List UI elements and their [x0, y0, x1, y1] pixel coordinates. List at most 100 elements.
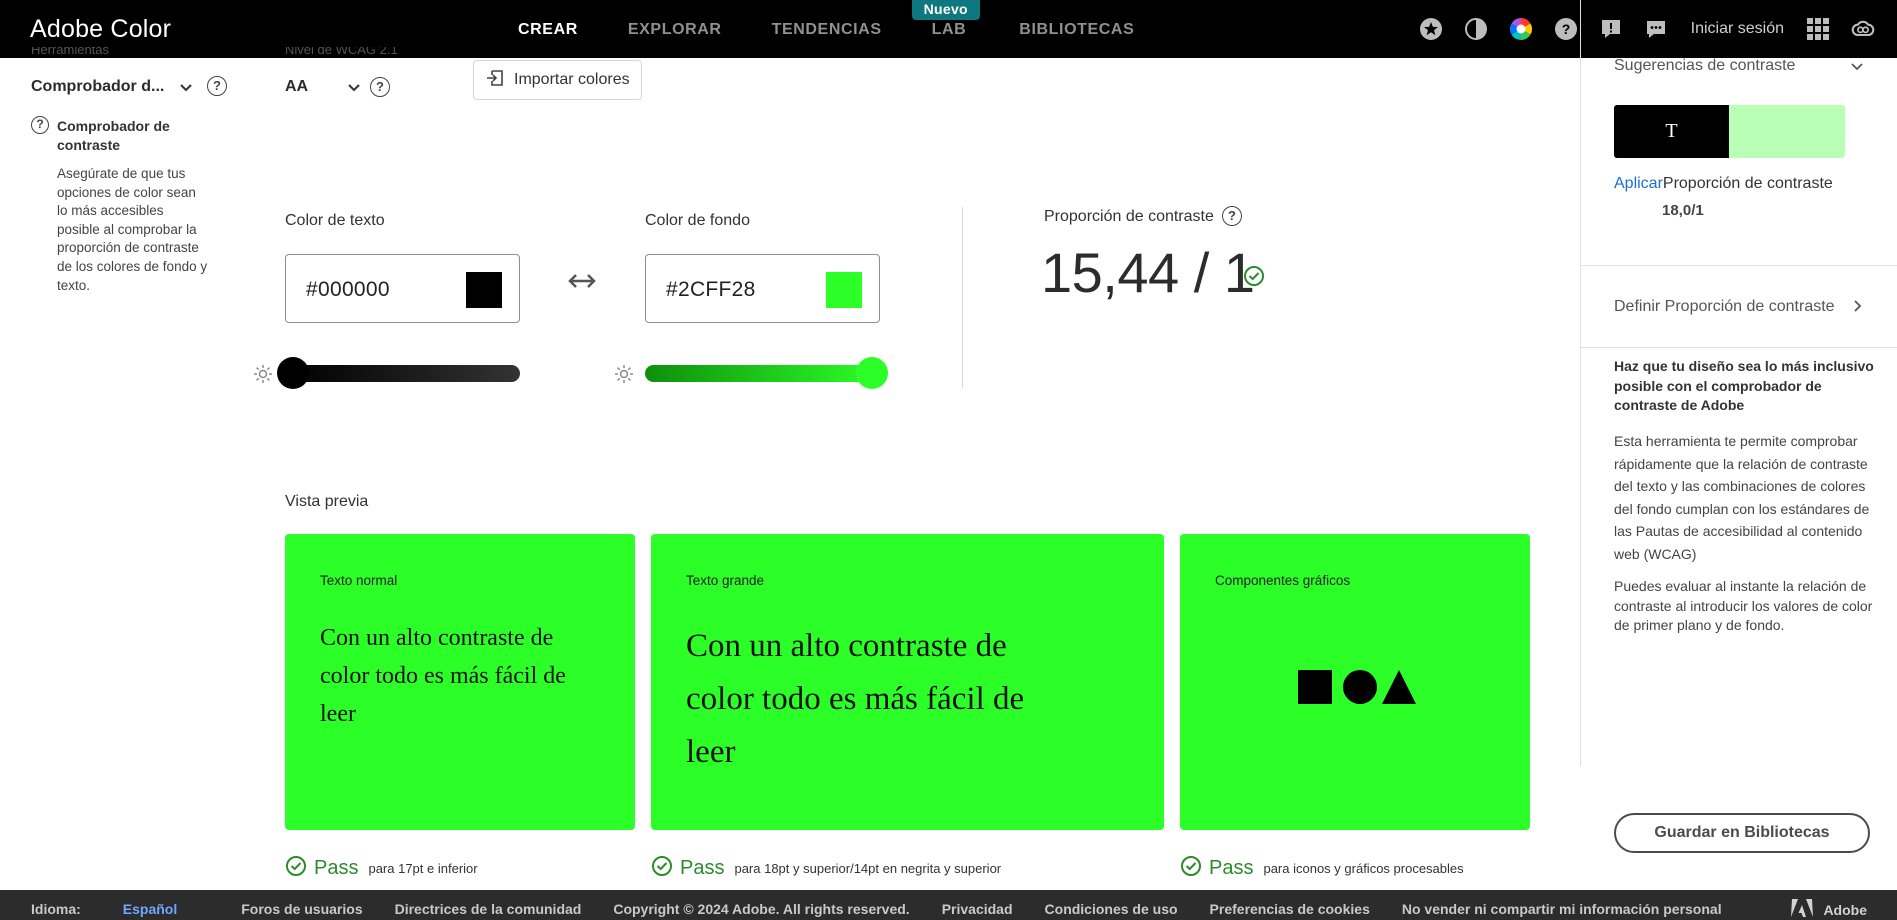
apply-link[interactable]: Aplicar — [1614, 175, 1663, 192]
tool-label-cut: Herramientas — [31, 47, 110, 55]
footer: Idioma: Español Foros de usuarios Directr… — [0, 890, 1897, 920]
chevron-down-icon[interactable] — [347, 80, 361, 98]
pass-result-large: Pass para 18pt y superior/14pt en negrit… — [651, 855, 1001, 882]
bg-color-swatch[interactable] — [826, 272, 862, 308]
info-title: Comprobador de contraste — [57, 118, 170, 153]
import-label: Importar colores — [514, 71, 630, 88]
language-label: Idioma: — [31, 901, 81, 917]
new-badge: Nuevo — [911, 0, 980, 20]
tool-dropdown-value: Comprobador d... — [31, 78, 165, 95]
card-label: Componentes gráficos — [1215, 573, 1351, 588]
adobe-logo-icon — [1791, 899, 1814, 920]
language-value[interactable]: Español — [123, 901, 177, 917]
chevron-right-icon[interactable] — [1853, 299, 1863, 318]
main-nav: CREAR EXPLORAR TENDENCIAS Nuevo LAB BIBL… — [518, 0, 1184, 58]
pass-status: Pass — [680, 857, 725, 879]
pass-status: Pass — [314, 857, 359, 879]
suggestion-ratio-label: Proporción de contraste — [1662, 175, 1833, 192]
card-label: Texto grande — [686, 573, 765, 588]
brightness-icon — [253, 364, 273, 389]
save-to-libraries-button[interactable]: Guardar en Bibliotecas — [1614, 813, 1870, 853]
help-icon[interactable]: ? — [1222, 206, 1242, 226]
card-sample-text: Con un alto contraste de color todo es m… — [686, 628, 1025, 770]
promo-title: Haz que tu diseño sea lo más inclusivo p… — [1614, 358, 1874, 413]
text-color-value: #000000 — [306, 278, 390, 301]
bg-color-label: Color de fondo — [645, 212, 750, 229]
star-icon[interactable] — [1419, 17, 1443, 41]
footer-link[interactable]: Condiciones de uso — [1045, 901, 1178, 917]
text-color-swatch[interactable] — [466, 272, 502, 308]
color-wheel-icon[interactable] — [1509, 17, 1533, 41]
svg-text:?: ? — [1561, 21, 1570, 37]
tool-dropdown[interactable]: Comprobador d... — [31, 78, 164, 96]
footer-link[interactable]: Directrices de la comunidad — [395, 901, 582, 917]
chevron-down-icon[interactable] — [179, 80, 193, 98]
promo-paragraph: Puedes evaluar al instante la relación d… — [1614, 578, 1873, 633]
footer-link[interactable]: Foros de usuarios — [241, 901, 362, 917]
pass-result-normal: Pass para 17pt e inferior — [285, 855, 478, 882]
suggestion-text-sample: T — [1614, 105, 1729, 158]
footer-link[interactable]: Privacidad — [942, 901, 1013, 917]
nav-explorar[interactable]: EXPLORAR — [628, 0, 722, 58]
suggestion-preview[interactable]: T — [1614, 105, 1845, 158]
suggestions-header[interactable]: Sugerencias de contraste — [1614, 57, 1795, 75]
nav-bibliotecas[interactable]: BIBLIOTECAS — [1019, 0, 1134, 58]
contrast-icon[interactable] — [1464, 17, 1488, 41]
preview-card-normal: Texto normal Con un alto contraste de co… — [285, 534, 635, 830]
feedback-icon[interactable] — [1599, 17, 1623, 41]
pass-status: Pass — [1209, 857, 1254, 879]
divider — [1581, 265, 1897, 266]
nav-tendencias[interactable]: TENDENCIAS — [772, 0, 882, 58]
import-colors-button[interactable]: Importar colores — [473, 60, 642, 100]
check-circle-icon — [1243, 265, 1265, 292]
footer-links: Idioma: Español Foros de usuarios Directr… — [31, 901, 1754, 917]
right-panel-border — [1580, 0, 1581, 766]
brightness-icon — [614, 364, 634, 389]
text-brightness-slider[interactable] — [285, 365, 520, 382]
info-help-icon: ? — [31, 116, 49, 134]
define-ratio-link[interactable]: Definir Proporción de contraste — [1614, 298, 1835, 316]
preview-card-large: Texto grande Con un alto contraste de co… — [651, 534, 1164, 830]
swap-arrows-icon[interactable] — [568, 273, 596, 294]
help-icon[interactable]: ? — [207, 76, 227, 96]
bg-slider-handle[interactable] — [856, 357, 888, 389]
info-body: Asegúrate de que tus opciones de color s… — [57, 166, 208, 293]
chat-icon[interactable] — [1644, 17, 1668, 41]
promo-paragraph: Esta herramienta te permite comprobar rá… — [1614, 433, 1870, 562]
check-circle-icon — [285, 855, 307, 882]
card-sample-text: Con un alto contraste de color todo es m… — [320, 625, 566, 727]
chevron-down-icon[interactable] — [1850, 59, 1864, 77]
footer-link[interactable]: Preferencias de cookies — [1210, 901, 1370, 917]
language-selector[interactable]: Idioma: Español — [31, 901, 209, 917]
text-color-field[interactable]: #000000 — [285, 254, 520, 323]
signin-link[interactable]: Iniciar sesión — [1691, 20, 1784, 38]
brand-logo[interactable]: Adobe Color — [30, 15, 171, 44]
pass-note: para iconos y gráficos procesables — [1263, 861, 1464, 876]
import-icon — [486, 69, 504, 92]
nav-lab[interactable]: Nuevo LAB — [911, 0, 980, 58]
footer-link[interactable]: No vender ni compartir mi información pe… — [1402, 901, 1722, 917]
text-color-label: Color de texto — [285, 212, 385, 229]
shapes-icon — [1298, 669, 1416, 710]
bg-color-field[interactable]: #2CFF28 — [645, 254, 880, 323]
pass-result-graphics: Pass para iconos y gráficos procesables — [1180, 855, 1464, 882]
apps-grid-icon[interactable] — [1806, 17, 1830, 41]
bg-brightness-slider[interactable] — [645, 365, 880, 382]
text-slider-handle[interactable] — [277, 357, 309, 389]
adobe-footer-logo[interactable]: Adobe — [1791, 899, 1867, 920]
wcag-dropdown[interactable]: AA — [285, 78, 308, 96]
adobe-wordmark: Adobe — [1823, 901, 1867, 918]
apply-row: AplicarProporción de contraste — [1614, 175, 1833, 193]
help-icon[interactable]: ? — [370, 77, 390, 97]
preview-title: Vista previa — [285, 493, 369, 510]
divider — [1581, 347, 1897, 348]
card-label: Texto normal — [320, 573, 398, 588]
check-circle-icon — [651, 855, 673, 882]
creative-cloud-icon[interactable] — [1851, 17, 1875, 41]
pass-note: para 17pt e inferior — [368, 861, 478, 876]
pass-note: para 18pt y superior/14pt en negrita y s… — [734, 861, 1002, 876]
contrast-ratio-value: 15,44 / 1 — [1041, 241, 1255, 304]
nav-crear[interactable]: CREAR — [518, 0, 578, 58]
help-icon[interactable]: ? — [1554, 17, 1578, 41]
check-circle-icon — [1180, 855, 1202, 882]
